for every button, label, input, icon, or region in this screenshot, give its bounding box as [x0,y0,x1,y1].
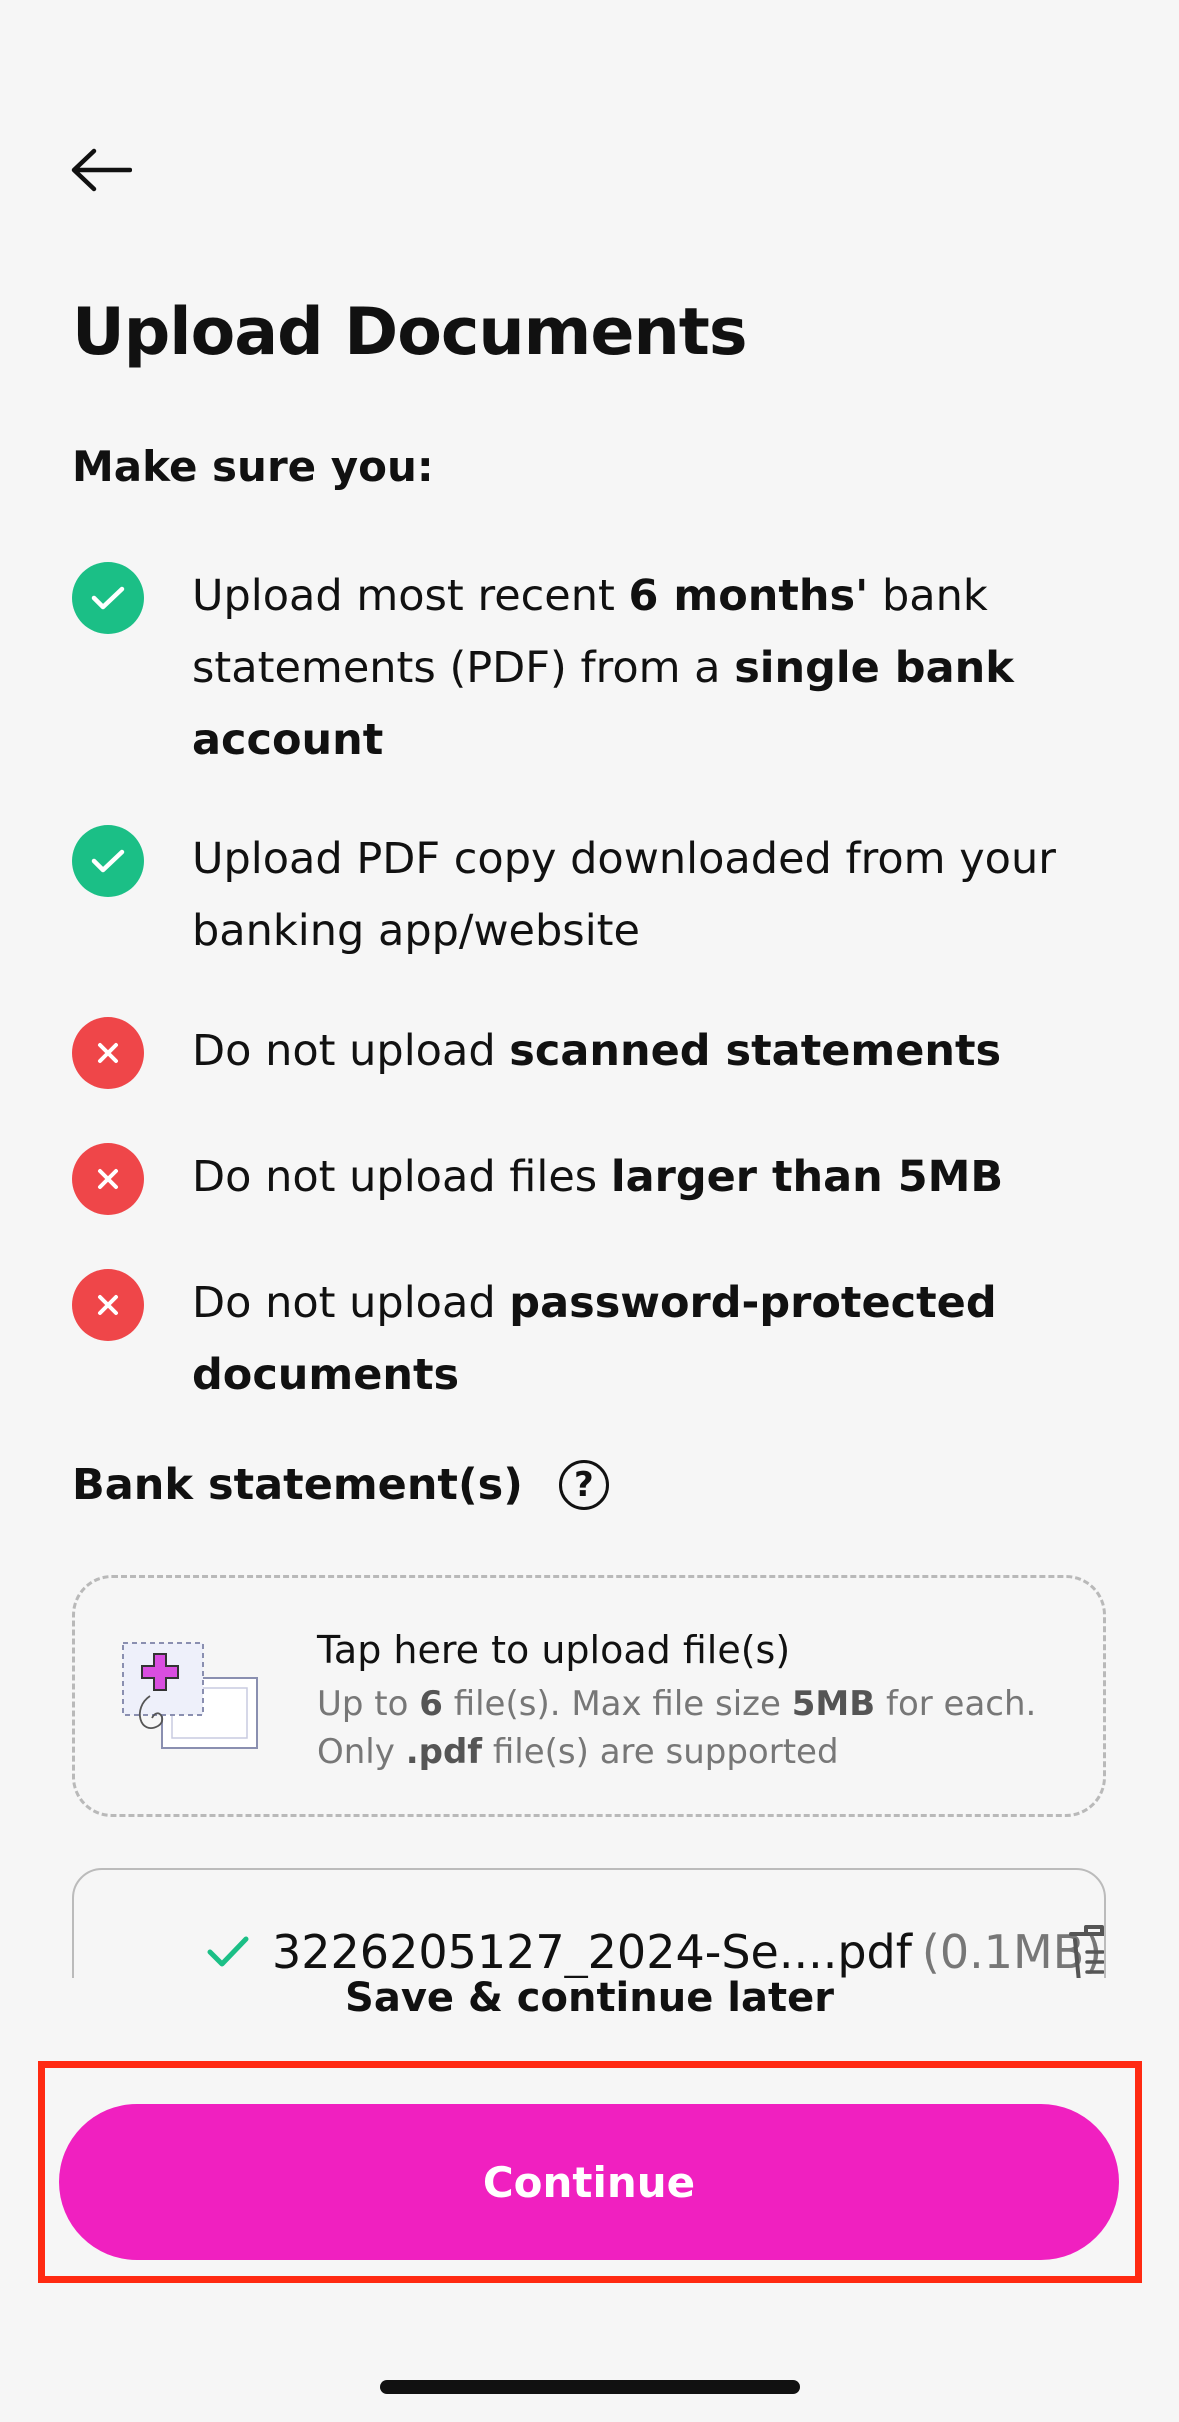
check-circle-icon [72,825,144,897]
requirement-text: Do not upload password-protected documen… [192,1278,997,1400]
requirement-text: Do not upload files larger than 5MB [192,1152,1004,1202]
x-circle-icon [72,1269,144,1341]
uploaded-file-card: 3226205127_2024-Se....pdf (0.1MB) [72,1868,1106,1978]
home-indicator [380,2380,800,2394]
upload-title: Tap here to upload file(s) [317,1628,791,1672]
bank-statements-label: Bank statement(s) [72,1460,523,1510]
question-circle-icon[interactable]: ? [558,1460,609,1510]
uploaded-file-row: 3226205127_2024-Se....pdf (0.1MB) [206,1925,1102,1978]
requirement-item: Do not upload files larger than 5MB [72,1141,1152,1215]
requirement-text: Upload most recent 6 months' bank statem… [192,571,1014,765]
requirement-item: Do not upload scanned statements [72,1015,1152,1089]
back-button[interactable] [70,140,140,200]
x-circle-icon [72,1017,144,1089]
upload-dropzone[interactable]: Tap here to upload file(s) Up to 6 file(… [72,1575,1106,1817]
uploaded-files-viewport: 3226205127_2024-Se....pdf (0.1MB) [0,1868,1179,1978]
requirement-item: Upload PDF copy downloaded from your ban… [72,823,1152,967]
upload-description: Up to 6 file(s). Max file size 5MB for e… [317,1684,1037,1772]
file-name: 3226205127_2024-Se....pdf [272,1925,912,1978]
requirement-text: Upload PDF copy downloaded from your ban… [192,834,1056,956]
requirement-text: Do not upload scanned statements [192,1026,1002,1076]
upload-illustration-icon [122,1642,258,1749]
check-icon [207,1936,249,1967]
bank-statements-section-label: Bank statement(s) ? [72,1460,609,1510]
x-circle-icon [72,1143,144,1215]
requirement-item: Do not upload password-protected documen… [72,1267,1152,1411]
save-continue-later-link[interactable]: Save & continue later [0,1975,1179,2021]
requirements-heading: Make sure you: [72,442,434,491]
arrow-left-icon [71,148,132,192]
continue-button[interactable]: Continue [59,2104,1119,2260]
requirement-item: Upload most recent 6 months' bank statem… [72,560,1152,776]
trash-icon[interactable] [1059,1918,1106,1978]
check-circle-icon [72,562,144,634]
page-title: Upload Documents [72,295,748,370]
